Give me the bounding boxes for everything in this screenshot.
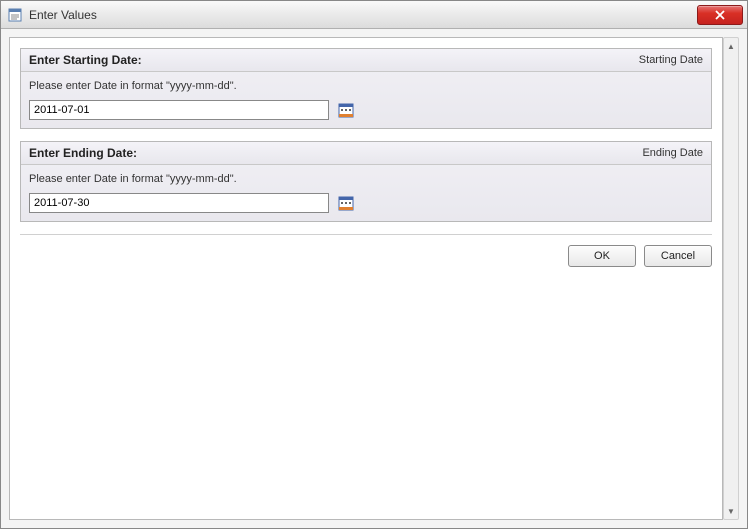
ok-button[interactable]: OK xyxy=(568,245,636,267)
ending-date-calendar-button[interactable] xyxy=(337,194,355,212)
ending-date-header: Enter Ending Date: Ending Date xyxy=(21,142,711,165)
divider xyxy=(20,234,712,235)
ending-date-body: Please enter Date in format "yyyy-mm-dd"… xyxy=(21,165,711,221)
scroll-down-icon: ▼ xyxy=(724,503,738,519)
starting-date-body: Please enter Date in format "yyyy-mm-dd"… xyxy=(21,72,711,128)
ending-date-instruction: Please enter Date in format "yyyy-mm-dd"… xyxy=(29,173,703,185)
dialog-window: Enter Values Enter Starting Date: Starti… xyxy=(0,0,748,529)
calendar-icon xyxy=(338,195,354,211)
starting-date-input-row xyxy=(29,100,703,120)
starting-date-label: Enter Starting Date: xyxy=(29,53,639,67)
vertical-scrollbar[interactable]: ▲ ▼ xyxy=(723,37,739,520)
ending-date-section: Enter Ending Date: Ending Date Please en… xyxy=(20,141,712,222)
starting-date-input[interactable] xyxy=(29,100,329,120)
app-icon xyxy=(7,7,23,23)
starting-date-calendar-button[interactable] xyxy=(337,101,355,119)
ending-date-label: Enter Ending Date: xyxy=(29,146,642,160)
button-row: OK Cancel xyxy=(10,245,722,277)
calendar-icon xyxy=(338,102,354,118)
scroll-up-icon: ▲ xyxy=(724,38,738,54)
ending-date-input[interactable] xyxy=(29,193,329,213)
starting-date-section: Enter Starting Date: Starting Date Pleas… xyxy=(20,48,712,129)
cancel-button[interactable]: Cancel xyxy=(644,245,712,267)
content-area: Enter Starting Date: Starting Date Pleas… xyxy=(1,29,747,528)
ending-date-caption: Ending Date xyxy=(642,147,703,159)
form-panel: Enter Starting Date: Starting Date Pleas… xyxy=(9,37,723,520)
window-title: Enter Values xyxy=(29,8,697,22)
ending-date-input-row xyxy=(29,193,703,213)
titlebar: Enter Values xyxy=(1,1,747,29)
starting-date-caption: Starting Date xyxy=(639,54,703,66)
starting-date-instruction: Please enter Date in format "yyyy-mm-dd"… xyxy=(29,80,703,92)
close-button[interactable] xyxy=(697,5,743,25)
starting-date-header: Enter Starting Date: Starting Date xyxy=(21,49,711,72)
